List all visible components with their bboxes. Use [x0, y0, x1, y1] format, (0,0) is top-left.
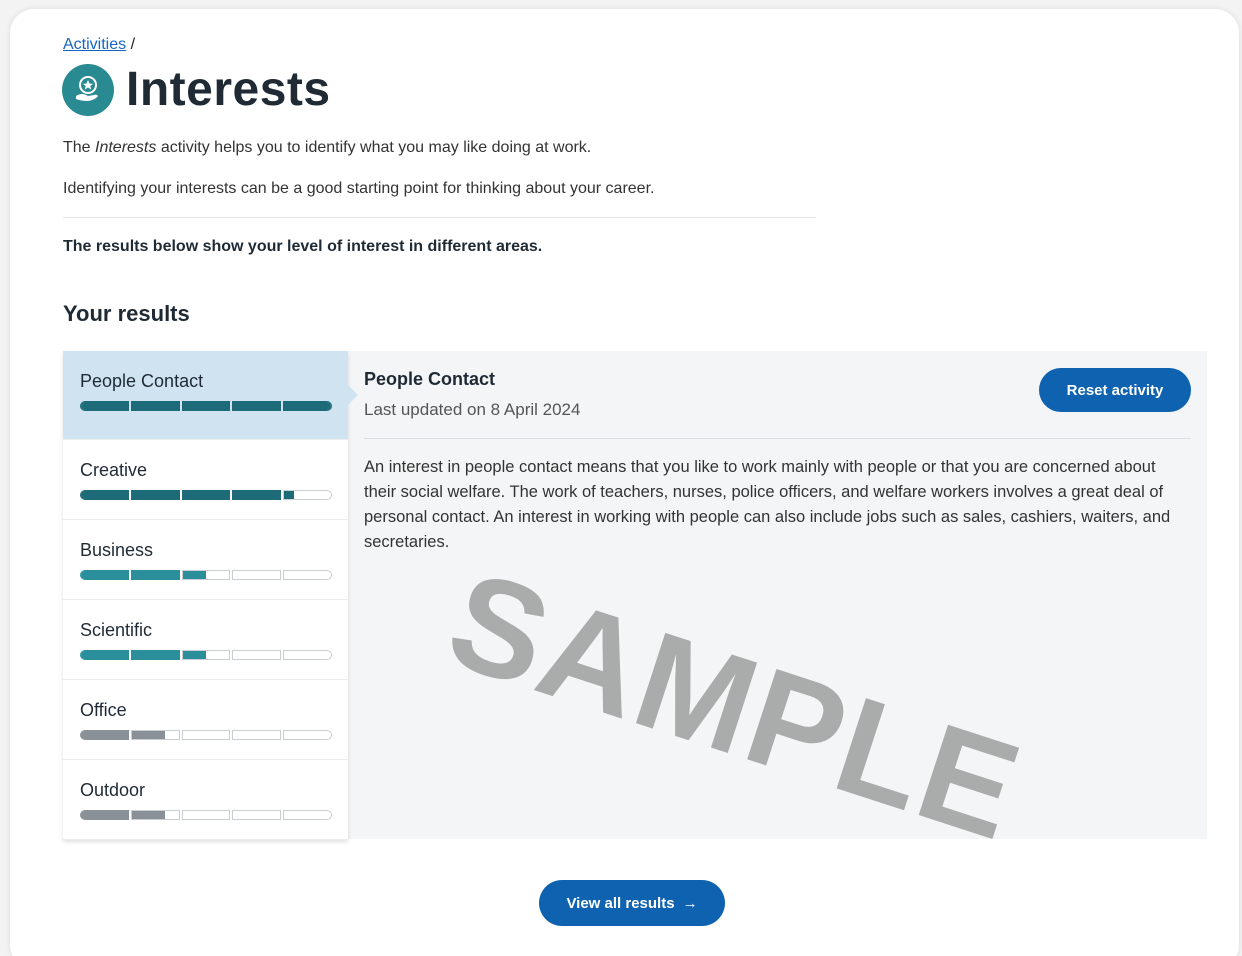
level-segment-fill [233, 402, 281, 410]
last-updated: Last updated on 8 April 2024 [364, 400, 581, 419]
level-segment [283, 730, 332, 740]
view-all-results-button[interactable]: View all results → [539, 880, 725, 926]
level-segment [232, 810, 282, 820]
level-segment [80, 490, 129, 500]
intro-emphasis: Interests [95, 139, 157, 156]
level-segment [181, 650, 231, 660]
level-segment [283, 810, 332, 820]
level-segment [232, 401, 282, 411]
sidebar-item-business[interactable]: Business [63, 520, 348, 600]
sidebar-item-label: Business [80, 540, 154, 560]
level-bar [80, 810, 332, 820]
sidebar-item-scientific[interactable]: Scientific [63, 600, 348, 680]
level-segment [181, 810, 231, 820]
level-segment-fill [81, 651, 128, 659]
level-segment-fill [131, 402, 179, 410]
level-segment [80, 810, 129, 820]
arrow-right-icon: → [682, 894, 698, 912]
level-segment-fill [182, 571, 206, 579]
level-segment-fill [284, 402, 331, 410]
level-segment-fill [81, 402, 128, 410]
reset-activity-button[interactable]: Reset activity [1039, 368, 1191, 412]
level-segment-fill [81, 811, 128, 819]
level-segment [283, 401, 332, 411]
sidebar-item-label: People Contact [80, 371, 204, 391]
intro-suffix: activity helps you to identify what you … [156, 139, 592, 156]
level-segment-fill [233, 491, 281, 499]
level-segment-fill [131, 811, 165, 819]
level-segment [130, 570, 180, 580]
level-segment [181, 401, 231, 411]
page-title: Interests [126, 63, 331, 116]
level-segment [283, 490, 332, 500]
level-segment [80, 650, 129, 660]
view-all-results-label: View all results [566, 894, 675, 912]
intro-text-2: Identifying your interests can be a good… [63, 180, 655, 197]
detail-description: An interest in people contact means that… [364, 458, 1171, 551]
lead-text: The results below show your level of int… [63, 238, 543, 255]
sidebar-item-outdoor[interactable]: Outdoor [63, 760, 348, 840]
level-segment-fill [81, 491, 128, 499]
sidebar-item-label: Office [80, 700, 127, 720]
level-segment [181, 570, 231, 580]
level-segment-fill [182, 491, 230, 499]
breadcrumb-separator: / [130, 36, 136, 53]
title-row: Interests [62, 62, 331, 117]
level-segment [232, 650, 282, 660]
level-segment [80, 570, 129, 580]
level-bar [80, 650, 332, 660]
level-segment-fill [131, 571, 179, 579]
level-segment [130, 650, 180, 660]
section-title: Your results [63, 301, 190, 326]
level-bar [80, 401, 332, 411]
level-segment [130, 810, 180, 820]
level-segment [232, 490, 282, 500]
sidebar-item-label: Outdoor [80, 780, 146, 800]
results-panel: People Contact Creative Business Scienti… [63, 351, 1207, 840]
detail-title: People Contact [364, 369, 496, 389]
level-bar [80, 570, 332, 580]
level-segment-fill [131, 731, 165, 739]
level-segment [80, 730, 129, 740]
divider [63, 217, 816, 218]
level-segment-fill [131, 651, 179, 659]
breadcrumb: Activities / [63, 36, 135, 54]
level-segment [232, 730, 282, 740]
level-segment-fill [284, 491, 294, 499]
breadcrumb-link-activities[interactable]: Activities [63, 36, 126, 53]
sidebar-item-creative[interactable]: Creative [63, 440, 348, 520]
level-segment-fill [182, 402, 230, 410]
level-segment-fill [81, 571, 128, 579]
level-segment [130, 730, 180, 740]
level-segment [80, 401, 129, 411]
level-segment-fill [131, 491, 179, 499]
results-sidebar: People Contact Creative Business Scienti… [63, 351, 358, 840]
divider [364, 438, 1191, 439]
sidebar-item-label: Creative [80, 460, 148, 480]
hand-star-icon [62, 63, 114, 116]
sidebar-item-label: Scientific [80, 620, 153, 640]
level-segment-fill [81, 731, 128, 739]
level-segment [283, 570, 332, 580]
level-bar [80, 490, 332, 500]
intro-text: The Interests activity helps you to iden… [63, 139, 591, 157]
level-segment [130, 401, 180, 411]
sidebar-item-office[interactable]: Office [63, 680, 348, 760]
level-segment [232, 570, 282, 580]
level-segment [283, 650, 332, 660]
level-segment [181, 730, 231, 740]
sidebar-item-people-contact[interactable]: People Contact [63, 351, 358, 440]
level-segment [181, 490, 231, 500]
level-bar [80, 730, 332, 740]
level-segment-fill [182, 651, 206, 659]
intro-prefix: The [63, 139, 96, 156]
level-segment [130, 490, 180, 500]
